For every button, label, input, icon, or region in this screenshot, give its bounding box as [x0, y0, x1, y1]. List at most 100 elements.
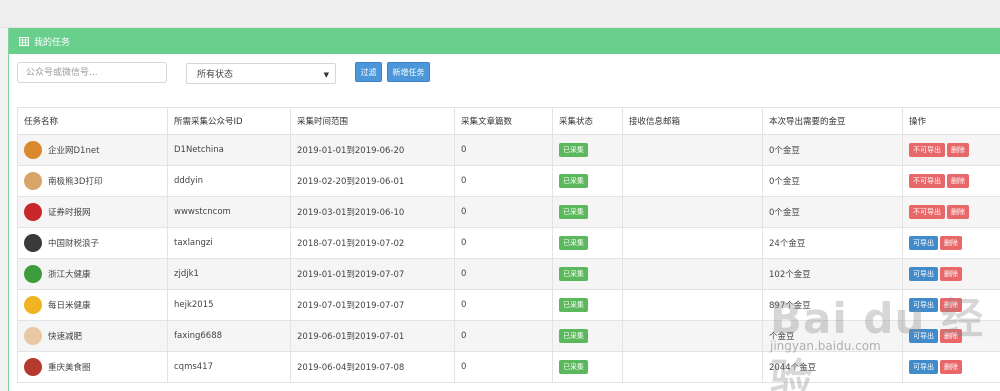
cell-status: 已采集	[552, 258, 623, 290]
cell-article-count: 0	[454, 227, 553, 259]
cell-beans: 897个金豆	[762, 289, 903, 321]
cell-account-id: faxing6688	[167, 320, 291, 352]
status-badge: 已采集	[559, 205, 588, 219]
cell-email	[622, 227, 763, 259]
export-button[interactable]: 不可导出	[909, 143, 945, 157]
export-button[interactable]: 不可导出	[909, 205, 945, 219]
table-row: 企业网D1net D1Netchina 2019-01-01到2019-06-20 0…	[17, 134, 1000, 166]
account-avatar	[24, 327, 42, 345]
task-name: 每日米健康	[48, 301, 91, 311]
table-row: 快速减肥 faxing6688 2019-06-01到2019-07-01 0 已采集 个…	[17, 320, 1000, 352]
cell-account-id: wwwstcncom	[167, 196, 291, 228]
cell-beans: 个金豆	[762, 320, 903, 352]
column-header: 采集状态	[552, 107, 623, 135]
add-task-button[interactable]: 新增任务	[387, 62, 430, 82]
export-button[interactable]: 可导出	[909, 329, 938, 343]
cell-status: 已采集	[552, 134, 623, 166]
column-header: 所需采集公众号ID	[167, 107, 291, 135]
cell-actions: 不可导出 删除	[902, 196, 1000, 228]
cell-account-id: D1Netchina	[167, 134, 291, 166]
account-avatar	[24, 358, 42, 376]
status-select[interactable]: 所有状态 ▼	[186, 63, 336, 84]
delete-button[interactable]: 删除	[947, 205, 969, 219]
table-row: 中国财税浪子 taxlangzi 2018-07-01到2019-07-02 0 已采集…	[17, 227, 1000, 259]
column-header: 采集文章篇数	[454, 107, 553, 135]
status-badge: 已采集	[559, 236, 588, 250]
cell-status: 已采集	[552, 165, 623, 197]
cell-email	[622, 351, 763, 383]
cell-name: 证券时报网	[17, 196, 168, 228]
cell-email	[622, 258, 763, 290]
delete-button[interactable]: 删除	[940, 267, 962, 281]
cell-article-count: 0	[454, 196, 553, 228]
cell-article-count: 0	[454, 134, 553, 166]
task-name: 重庆美食圈	[48, 363, 91, 373]
task-name: 中国财税浪子	[48, 239, 100, 249]
account-avatar	[24, 296, 42, 314]
table-header-row: 任务名称 所需采集公众号ID 采集时间范围 采集文章篇数 采集状态 接收信息邮箱…	[17, 107, 1000, 135]
delete-button[interactable]: 删除	[947, 143, 969, 157]
cell-name: 快速减肥	[17, 320, 168, 352]
account-avatar	[24, 172, 42, 190]
task-name: 证券时报网	[48, 208, 91, 218]
cell-time-range: 2019-03-01到2019-06-10	[290, 196, 455, 228]
cell-status: 已采集	[552, 196, 623, 228]
status-badge: 已采集	[559, 143, 588, 157]
task-name: 南极熊3D打印	[48, 177, 103, 187]
filter-button[interactable]: 过滤	[355, 62, 382, 82]
delete-button[interactable]: 删除	[940, 329, 962, 343]
export-button[interactable]: 可导出	[909, 267, 938, 281]
cell-name: 企业网D1net	[17, 134, 168, 166]
status-badge: 已采集	[559, 267, 588, 281]
status-badge: 已采集	[559, 298, 588, 312]
cell-name: 南极熊3D打印	[17, 165, 168, 197]
cell-account-id: hejk2015	[167, 289, 291, 321]
cell-time-range: 2019-06-01到2019-07-01	[290, 320, 455, 352]
status-select-value: 所有状态	[197, 70, 234, 80]
export-button[interactable]: 不可导出	[909, 174, 945, 188]
delete-button[interactable]: 删除	[947, 174, 969, 188]
account-avatar	[24, 265, 42, 283]
cell-email	[622, 320, 763, 352]
cell-name: 重庆美食圈	[17, 351, 168, 383]
cell-beans: 0个金豆	[762, 134, 903, 166]
export-button[interactable]: 可导出	[909, 360, 938, 374]
delete-button[interactable]: 删除	[940, 236, 962, 250]
chevron-down-icon: ▼	[323, 71, 329, 79]
cell-time-range: 2018-07-01到2019-07-02	[290, 227, 455, 259]
cell-email	[622, 165, 763, 197]
panel-header: 我的任务	[9, 28, 1000, 54]
cell-time-range: 2019-06-04到2019-07-08	[290, 351, 455, 383]
column-header: 采集时间范围	[290, 107, 455, 135]
cell-name: 中国财税浪子	[17, 227, 168, 259]
cell-account-id: taxlangzi	[167, 227, 291, 259]
cell-status: 已采集	[552, 227, 623, 259]
cell-beans: 102个金豆	[762, 258, 903, 290]
task-table: 任务名称 所需采集公众号ID 采集时间范围 采集文章篇数 采集状态 接收信息邮箱…	[17, 107, 1000, 383]
filter-bar: 所有状态 ▼ 过滤 新增任务	[9, 62, 1000, 92]
status-badge: 已采集	[559, 174, 588, 188]
cell-article-count: 0	[454, 289, 553, 321]
export-button[interactable]: 可导出	[909, 298, 938, 312]
cell-time-range: 2019-02-20到2019-06-01	[290, 165, 455, 197]
search-input[interactable]	[17, 62, 167, 83]
column-header: 接收信息邮箱	[622, 107, 763, 135]
account-avatar	[24, 203, 42, 221]
status-badge: 已采集	[559, 360, 588, 374]
delete-button[interactable]: 删除	[940, 298, 962, 312]
cell-actions: 可导出 删除	[902, 320, 1000, 352]
cell-email	[622, 289, 763, 321]
cell-article-count: 0	[454, 258, 553, 290]
cell-actions: 可导出 删除	[902, 289, 1000, 321]
account-avatar	[24, 141, 42, 159]
cell-actions: 不可导出 删除	[902, 165, 1000, 197]
table-row: 每日米健康 hejk2015 2019-07-01到2019-07-07 0 已采集 89…	[17, 289, 1000, 321]
delete-button[interactable]: 删除	[940, 360, 962, 374]
cell-article-count: 0	[454, 320, 553, 352]
cell-actions: 不可导出 删除	[902, 134, 1000, 166]
cell-beans: 2044个金豆	[762, 351, 903, 383]
cell-account-id: zjdjk1	[167, 258, 291, 290]
task-panel: 我的任务 所有状态 ▼ 过滤 新增任务 任务名称 所需采集公众号ID 采集时间范…	[8, 28, 1000, 391]
status-badge: 已采集	[559, 329, 588, 343]
export-button[interactable]: 可导出	[909, 236, 938, 250]
